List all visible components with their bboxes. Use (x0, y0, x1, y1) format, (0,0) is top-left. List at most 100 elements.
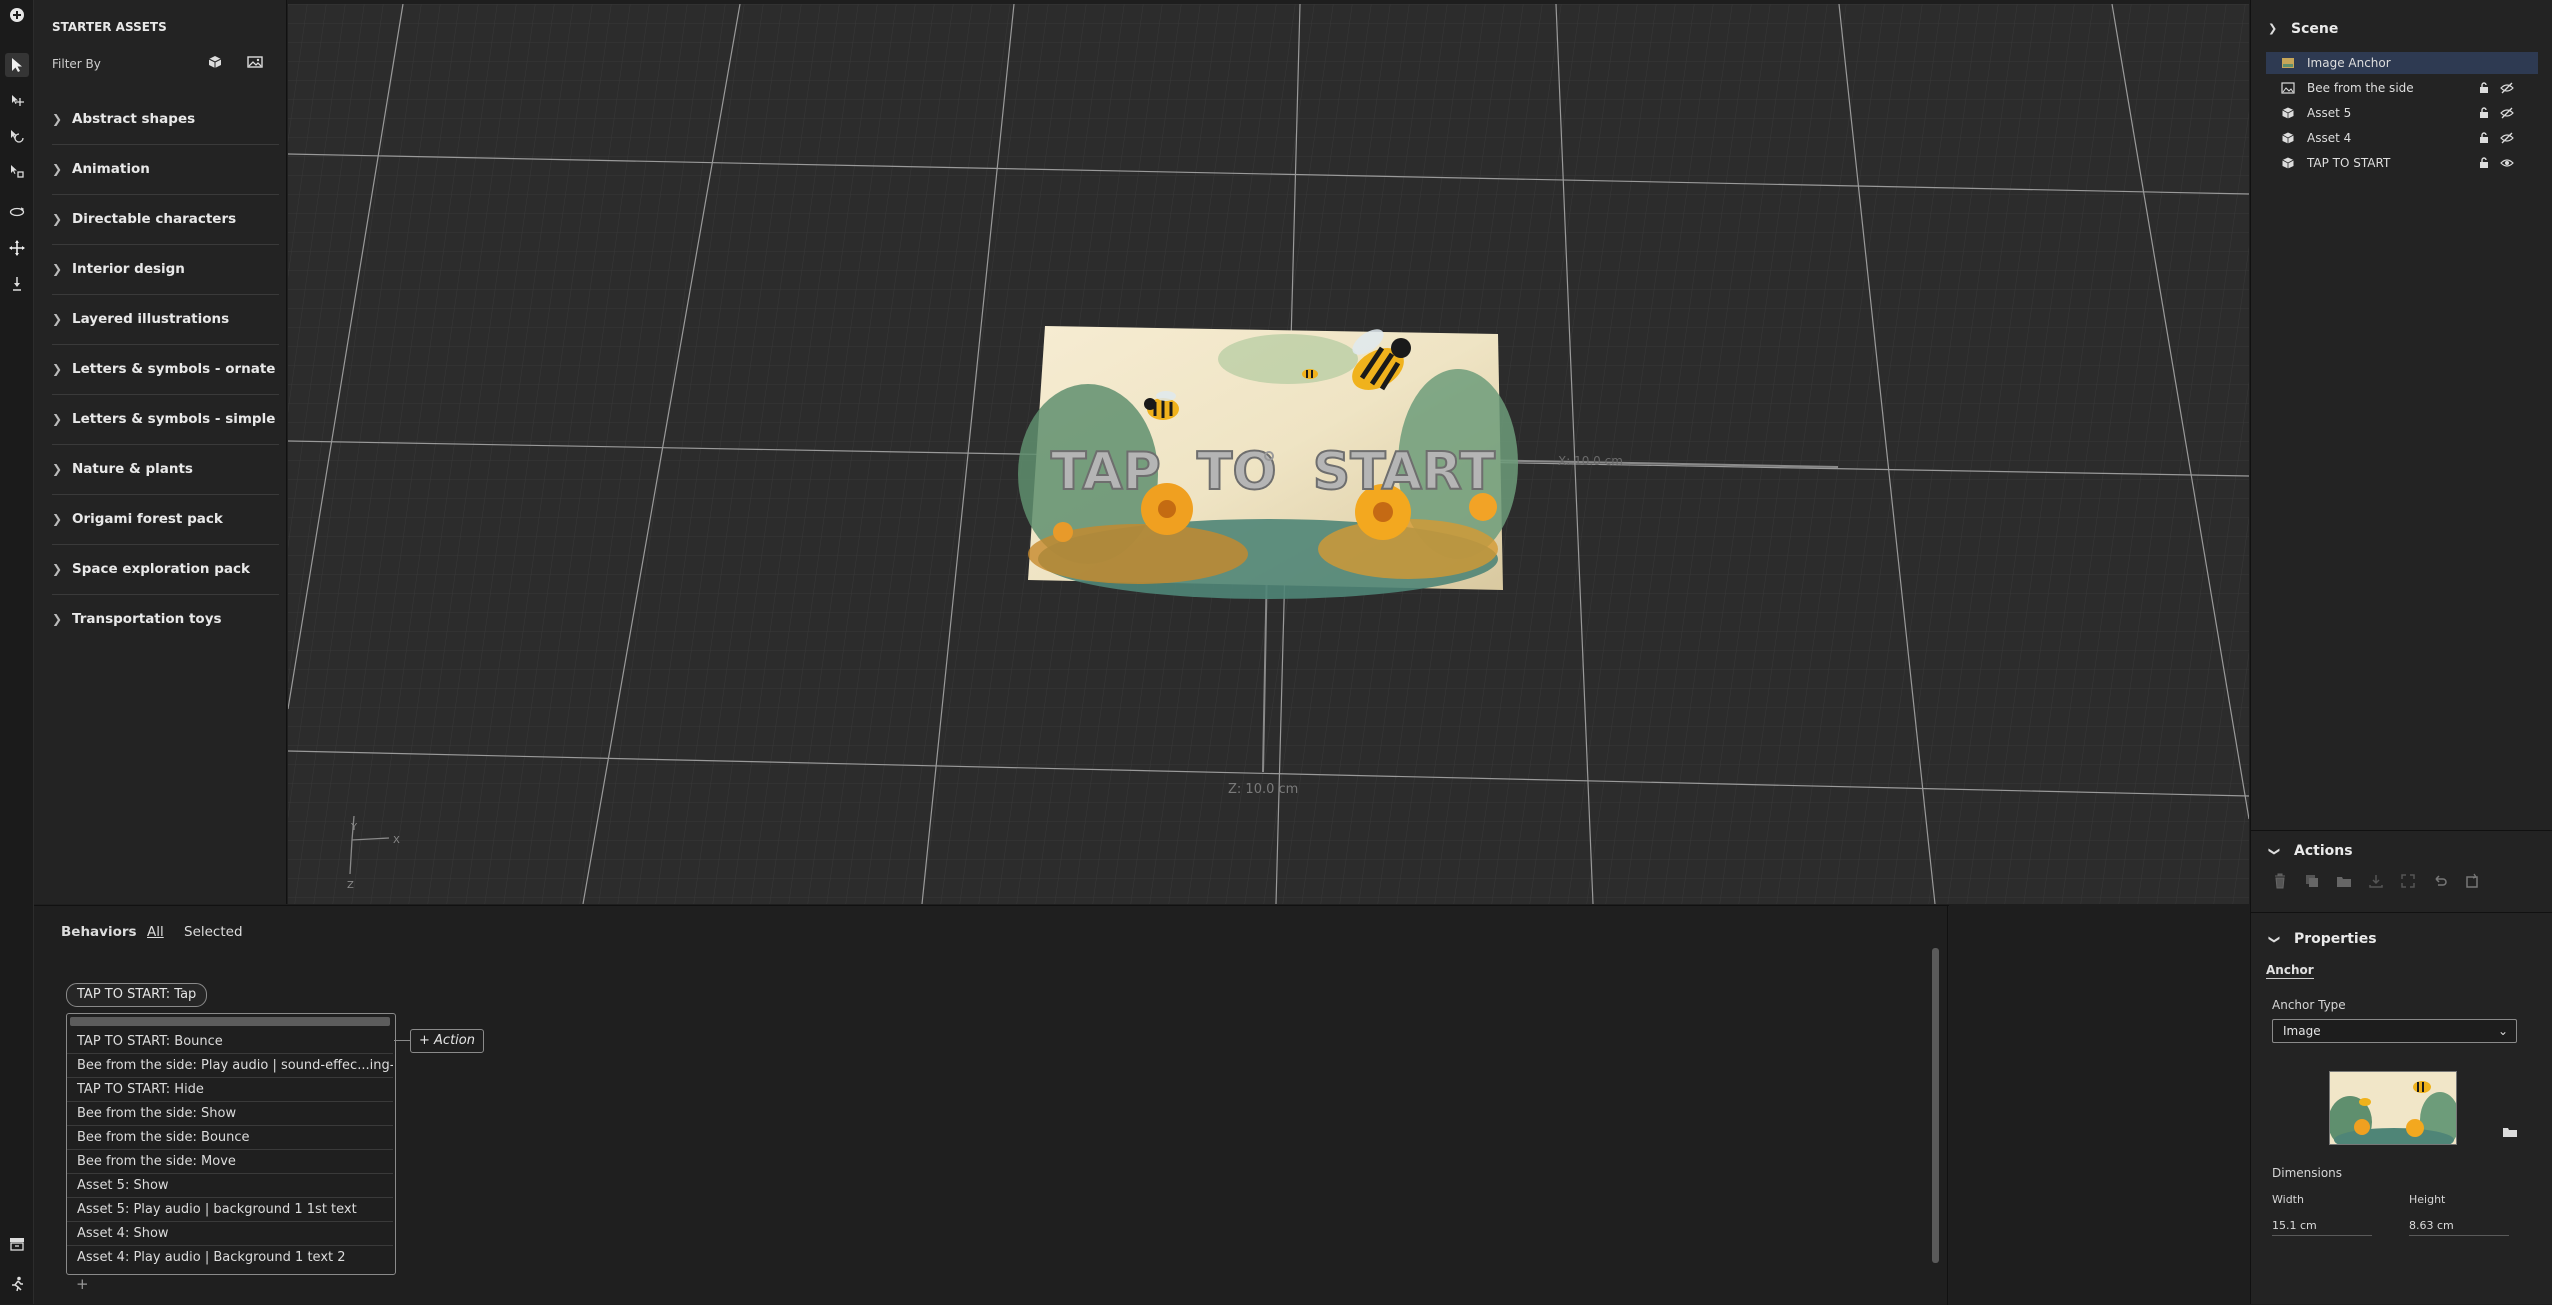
chevron-right-icon: ❯ (52, 462, 63, 476)
scene-item-bee-from-the-side[interactable]: Bee from the side (2266, 77, 2538, 99)
action-item[interactable]: Asset 5: Play audio | background 1 1st t… (67, 1198, 393, 1222)
action-item[interactable]: TAP TO START: Bounce (67, 1030, 393, 1054)
tab-selected[interactable]: Selected (184, 924, 243, 940)
behaviors-scrollbar[interactable] (1932, 948, 1939, 1263)
assets-icon[interactable] (5, 1232, 29, 1256)
filter-by-label: Filter By (52, 57, 101, 71)
export-icon[interactable] (2368, 873, 2384, 889)
scene-item-tap-to-start[interactable]: TAP TO START (2266, 152, 2538, 174)
trigger-tap-to-start-tap[interactable]: TAP TO START: Tap (66, 983, 208, 1007)
run-icon[interactable] (5, 1272, 29, 1296)
category-label: Space exploration pack (72, 561, 250, 577)
image-anchor-card[interactable]: TAP TO START (1018, 324, 1518, 599)
action-item[interactable]: Bee from the side: Play audio | sound-ef… (67, 1054, 393, 1078)
anchor-image-thumbnail[interactable] (2329, 1071, 2457, 1145)
scene-item-asset-4[interactable]: Asset 4 (2266, 127, 2538, 149)
scale-icon[interactable] (5, 159, 29, 183)
category-space-exploration[interactable]: ❯ Space exploration pack (52, 544, 279, 595)
chevron-right-icon: ❯ (52, 262, 63, 276)
category-abstract-shapes[interactable]: ❯ Abstract shapes (52, 94, 279, 145)
rotate-icon[interactable] (5, 124, 29, 148)
group-icon[interactable] (2336, 873, 2352, 889)
unlock-icon[interactable] (2478, 157, 2490, 169)
scene-item-image-anchor[interactable]: Image Anchor (2266, 52, 2538, 74)
scene-item-label: Bee from the side (2307, 81, 2414, 95)
add-trigger-button[interactable]: + (76, 1275, 89, 1293)
unlock-icon[interactable] (2478, 107, 2490, 119)
delete-icon[interactable] (2272, 873, 2288, 889)
chevron-down-icon[interactable]: ❯ (2268, 22, 2277, 35)
fit-icon[interactable] (2400, 873, 2416, 889)
behaviors-title: Behaviors (61, 924, 137, 940)
eye-visible-icon[interactable] (2500, 157, 2514, 169)
dimensions-label: Dimensions (2272, 1166, 2343, 1180)
move-icon[interactable] (5, 88, 29, 112)
category-nature-plants[interactable]: ❯ Nature & plants (52, 444, 279, 495)
cube-icon (2282, 107, 2294, 119)
height-field[interactable]: 8.63 cm (2409, 1219, 2509, 1236)
height-label: Height (2409, 1193, 2446, 1206)
tool-rail (0, 0, 34, 1304)
starter-assets-panel: STARTER ASSETS Filter By ❯ Abstract shape… (34, 0, 287, 904)
drag-handle[interactable] (70, 1017, 390, 1026)
duplicate-icon[interactable] (2304, 873, 2320, 889)
anchor-type-select[interactable]: Image ⌄ (2272, 1019, 2517, 1043)
unlock-icon[interactable] (2478, 132, 2490, 144)
tap-to-start-3d-text[interactable]: TAP TO START (1050, 441, 1497, 503)
action-item[interactable]: TAP TO START: Hide (67, 1078, 393, 1102)
chevron-down-icon[interactable]: ❯ (2268, 847, 2281, 856)
filter-3d-icon[interactable] (206, 53, 224, 71)
category-letters-ornate[interactable]: ❯ Letters & symbols - ornate (52, 344, 279, 395)
divider (2251, 830, 2552, 831)
reset-icon[interactable] (2464, 873, 2480, 889)
action-item[interactable]: Asset 5: Show (67, 1174, 393, 1198)
action-item[interactable]: Bee from the side: Bounce (67, 1126, 393, 1150)
orbit-icon[interactable] (5, 200, 29, 224)
unlock-icon[interactable] (2478, 82, 2490, 94)
category-letters-simple[interactable]: ❯ Letters & symbols - simple (52, 394, 279, 445)
chevron-right-icon: ❯ (52, 312, 63, 326)
category-interior-design[interactable]: ❯ Interior design (52, 244, 279, 295)
scene-title: Scene (2291, 21, 2339, 37)
category-origami-forest[interactable]: ❯ Origami forest pack (52, 494, 279, 545)
3d-viewport[interactable]: TAP TO START X: 10.0 cm Z: 10.0 cm X Y Z (288, 4, 2249, 904)
category-animation[interactable]: ❯ Animation (52, 144, 279, 195)
behaviors-panel: Behaviors All Selected TAP TO START: Tap… (34, 905, 1949, 1305)
chevron-right-icon: ❯ (52, 562, 63, 576)
category-layered-illustrations[interactable]: ❯ Layered illustrations (52, 294, 279, 345)
chevron-down-icon[interactable]: ❯ (2268, 935, 2281, 944)
width-field[interactable]: 15.1 cm (2272, 1219, 2372, 1236)
anchor-type-value: Image (2283, 1024, 2321, 1038)
scene-item-asset-5[interactable]: Asset 5 (2266, 102, 2538, 124)
pan-icon[interactable] (5, 236, 29, 260)
chevron-right-icon: ❯ (52, 362, 63, 376)
undo-icon[interactable] (2432, 873, 2448, 889)
scene-item-label: TAP TO START (2307, 156, 2391, 170)
tab-anchor[interactable]: Anchor (2266, 963, 2314, 979)
connector-line (394, 1040, 410, 1041)
eye-hidden-icon[interactable] (2500, 132, 2514, 144)
filter-image-icon[interactable] (246, 53, 264, 71)
drop-to-ground-icon[interactable] (5, 272, 29, 296)
action-item[interactable]: Bee from the side: Move (67, 1150, 393, 1174)
action-item[interactable]: Asset 4: Play audio | Background 1 text … (67, 1246, 393, 1270)
anchor-type-label: Anchor Type (2272, 998, 2346, 1012)
tab-all[interactable]: All (147, 924, 164, 940)
eye-hidden-icon[interactable] (2500, 107, 2514, 119)
action-item[interactable]: Bee from the side: Show (67, 1102, 393, 1126)
add-icon[interactable] (5, 3, 29, 27)
action-item[interactable]: Asset 4: Show (67, 1222, 393, 1246)
folder-icon[interactable] (2502, 1126, 2518, 1138)
scene-item-label: Asset 5 (2307, 106, 2352, 120)
select-icon[interactable] (5, 53, 29, 77)
eye-hidden-icon[interactable] (2500, 82, 2514, 94)
category-transportation-toys[interactable]: ❯ Transportation toys (52, 594, 279, 644)
z-measure-label: Z: 10.0 cm (1228, 782, 1298, 797)
axis-z-label: Z (347, 880, 354, 891)
right-panel: ❯ Scene Image Anchor Bee from the side A… (2250, 0, 2552, 1304)
category-directable-characters[interactable]: ❯ Directable characters (52, 194, 279, 245)
add-action-button[interactable]: + Action (410, 1029, 484, 1053)
image-anchor-icon (2282, 58, 2294, 68)
axis-y-label: Y (350, 822, 358, 833)
category-label: Letters & symbols - simple (72, 411, 276, 427)
